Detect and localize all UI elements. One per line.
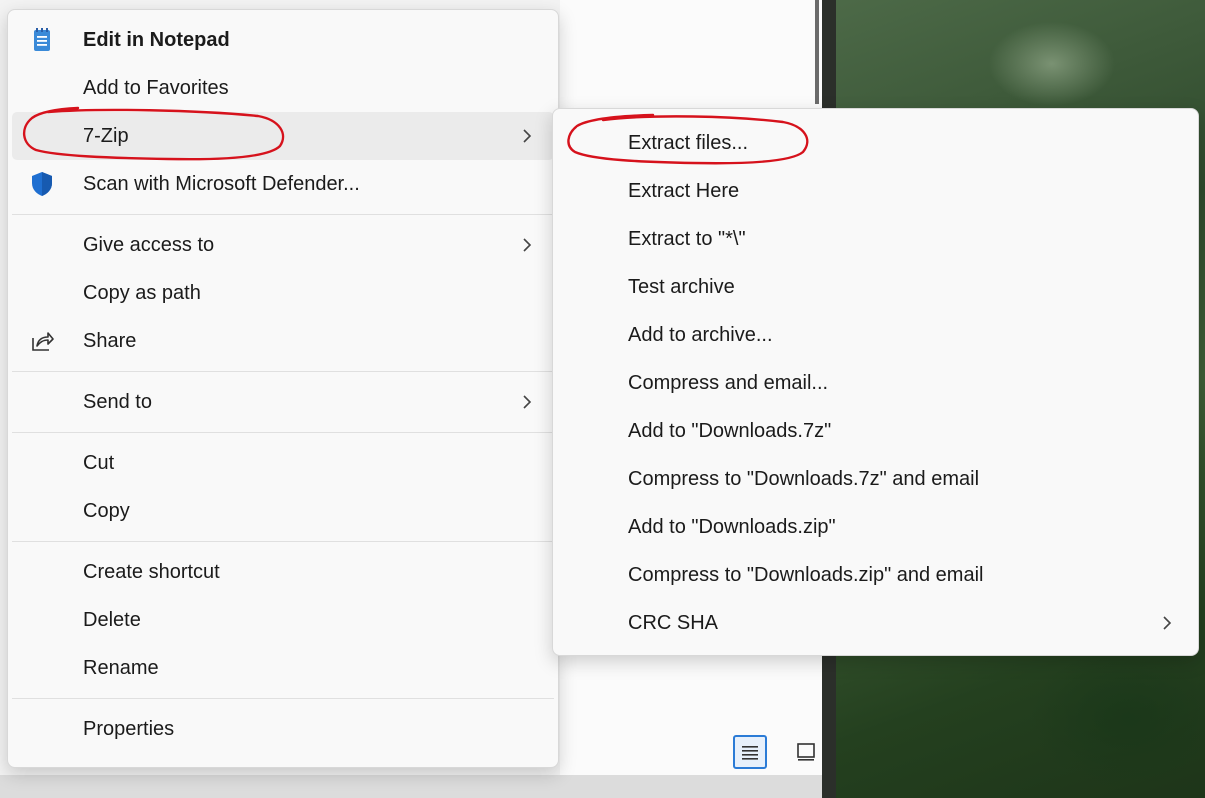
menu-item-label: Share [83,329,137,352]
menu-item-label: Compress to "Downloads.7z" and email [628,467,980,490]
notepad-icon [34,28,50,51]
menu-item-label: Extract to "*\" [628,227,746,250]
menu-item-label: Properties [83,717,175,740]
menu-item-label: Extract Here [628,179,740,202]
submenu-item-add-to-7z[interactable]: Add to "Downloads.7z" [557,407,1194,455]
menu-item-label: Edit in Notepad [83,28,230,51]
menu-item-label: Compress to "Downloads.zip" and email [628,563,984,586]
menu-item-7zip[interactable]: 7-Zip [12,112,554,160]
menu-item-copy-as-path[interactable]: Copy as path [12,269,554,317]
submenu-item-compress-7z-email[interactable]: Compress to "Downloads.7z" and email [557,455,1194,503]
window-border-line [815,0,819,104]
submenu-item-add-to-archive[interactable]: Add to archive... [557,311,1194,359]
submenu-item-extract-files[interactable]: Extract files... [557,119,1194,167]
share-icon [32,332,54,351]
menu-item-copy[interactable]: Copy [12,487,554,535]
menu-item-label: Rename [83,656,159,679]
details-view-button[interactable] [733,735,767,769]
menu-item-rename[interactable]: Rename [12,644,554,692]
chevron-right-icon [1163,616,1172,630]
submenu-item-extract-to[interactable]: Extract to "*\" [557,215,1194,263]
menu-item-add-to-favorites[interactable]: Add to Favorites [12,64,554,112]
chevron-right-icon [523,395,532,409]
details-view-icon [742,746,758,760]
menu-item-delete[interactable]: Delete [12,596,554,644]
chevron-right-icon [523,238,532,252]
menu-item-label: Add to "Downloads.7z" [628,419,832,442]
menu-item-label: Give access to [83,233,215,256]
menu-separator [12,371,554,372]
menu-item-label: 7-Zip [83,124,129,147]
status-bar [0,775,822,798]
menu-item-label: Extract files... [628,131,749,154]
menu-item-label: CRC SHA [628,611,719,634]
menu-item-give-access[interactable]: Give access to [12,221,554,269]
tiles-view-button[interactable] [789,735,823,769]
menu-item-send-to[interactable]: Send to [12,378,554,426]
menu-item-label: Copy [83,499,130,522]
menu-item-create-shortcut[interactable]: Create shortcut [12,548,554,596]
menu-separator [12,541,554,542]
menu-separator [12,214,554,215]
menu-item-cut[interactable]: Cut [12,439,554,487]
menu-item-label: Delete [83,608,141,631]
submenu-item-compress-and-email[interactable]: Compress and email... [557,359,1194,407]
submenu-item-compress-zip-email[interactable]: Compress to "Downloads.zip" and email [557,551,1194,599]
submenu-item-crc-sha[interactable]: CRC SHA [557,599,1194,647]
menu-separator [12,432,554,433]
menu-separator [12,698,554,699]
tiles-view-icon [797,743,815,761]
submenu-item-add-to-zip[interactable]: Add to "Downloads.zip" [557,503,1194,551]
menu-item-label: Cut [83,451,115,474]
submenu-item-test-archive[interactable]: Test archive [557,263,1194,311]
menu-item-label: Scan with Microsoft Defender... [83,172,360,195]
menu-item-label: Send to [83,390,152,413]
context-menu: Edit in Notepad Add to Favorites 7-Zip S… [7,9,559,768]
menu-item-label: Add to Favorites [83,76,229,99]
menu-item-scan-defender[interactable]: Scan with Microsoft Defender... [12,160,554,208]
menu-item-properties[interactable]: Properties [12,705,554,753]
menu-item-label: Add to "Downloads.zip" [628,515,836,538]
menu-item-label: Add to archive... [628,323,773,346]
7zip-submenu: Extract files... Extract Here Extract to… [552,108,1199,656]
menu-item-label: Copy as path [83,281,201,304]
defender-shield-icon [32,172,52,196]
menu-item-label: Create shortcut [83,560,220,583]
menu-item-share[interactable]: Share [12,317,554,365]
menu-item-label: Compress and email... [628,371,829,394]
chevron-right-icon [523,129,532,143]
submenu-item-extract-here[interactable]: Extract Here [557,167,1194,215]
menu-item-edit-in-notepad[interactable]: Edit in Notepad [12,16,554,64]
menu-item-label: Test archive [628,275,735,298]
